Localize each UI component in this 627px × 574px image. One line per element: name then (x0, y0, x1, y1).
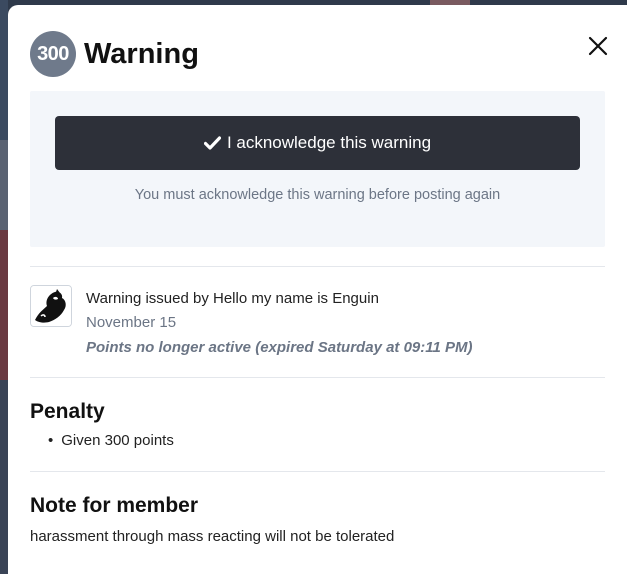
backdrop (0, 380, 8, 574)
member-note-heading: Note for member (30, 494, 199, 517)
issued-by-text: Warning issued by Hello my name is Engui… (86, 290, 379, 307)
backdrop (0, 230, 8, 380)
points-badge: 300 (30, 31, 76, 77)
issued-date: November 15 (86, 314, 177, 331)
penalty-item: Given 300 points (48, 432, 174, 449)
acknowledge-panel: I acknowledge this warning You must ackn… (30, 91, 605, 247)
close-icon (588, 36, 608, 56)
check-icon (203, 136, 221, 150)
avatar[interactable] (30, 285, 72, 327)
modal-title: Warning (84, 37, 199, 70)
penalty-list: Given 300 points (48, 432, 174, 449)
acknowledge-note: You must acknowledge this warning before… (134, 187, 501, 203)
close-button[interactable] (585, 33, 611, 59)
penalty-heading: Penalty (30, 400, 105, 423)
points-status: Points no longer active (expired Saturda… (86, 339, 473, 356)
backdrop (0, 0, 8, 140)
divider (30, 377, 605, 378)
warning-modal: 300 Warning I acknowledge this warning Y… (8, 5, 627, 574)
acknowledge-button[interactable]: I acknowledge this warning (55, 116, 580, 170)
member-note-text: harassment through mass reacting will no… (30, 528, 395, 545)
issuer-info: Warning issued by Hello my name is Engui… (86, 290, 473, 356)
divider (30, 266, 605, 267)
divider (30, 471, 605, 472)
modal-header: 300 Warning (30, 29, 199, 79)
backdrop (0, 140, 8, 230)
acknowledge-button-label: I acknowledge this warning (226, 133, 432, 152)
